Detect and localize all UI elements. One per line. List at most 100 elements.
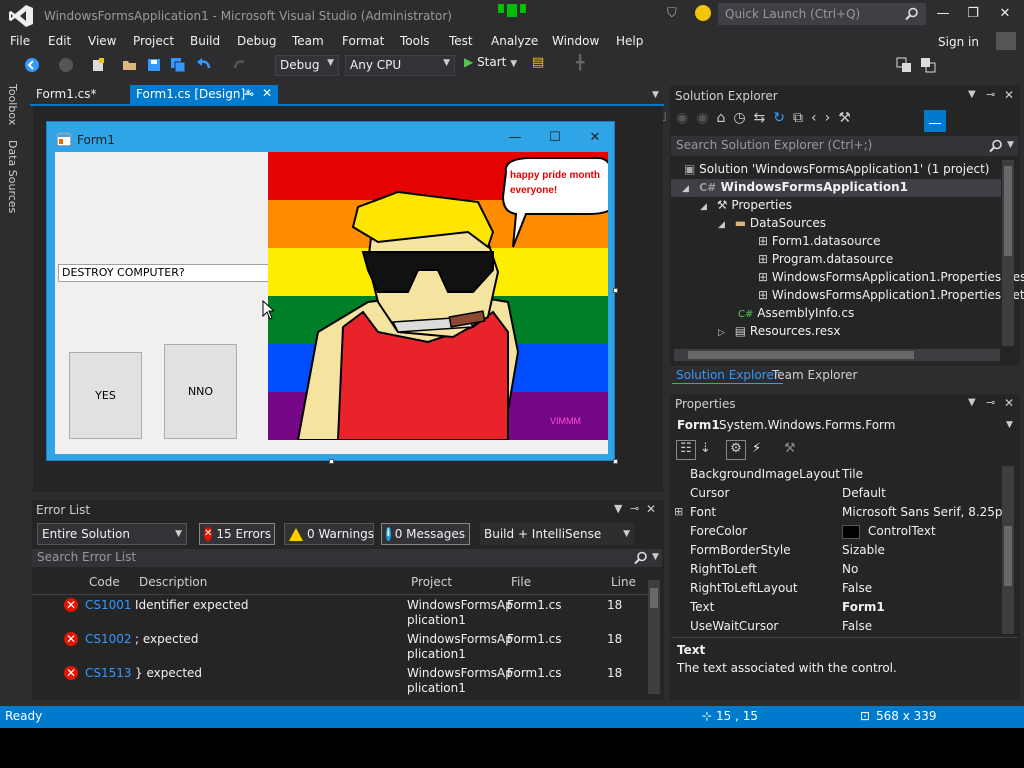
column-header-file[interactable]: File <box>511 575 531 589</box>
solution-explorer-vscrollbar[interactable] <box>1002 160 1014 346</box>
errors-filter-toggle[interactable]: ✕ 15 Errors <box>199 523 275 545</box>
bring-to-front-icon[interactable] <box>896 57 912 73</box>
notifications-filter-icon[interactable]: ⛉ <box>667 6 677 21</box>
forward-icon[interactable]: ◉ <box>696 110 716 126</box>
search-icon[interactable] <box>989 139 1003 153</box>
tree-item-form1-datasource[interactable]: ⊞ Form1.datasource <box>758 234 880 248</box>
tree-item-assemblyinfo[interactable]: C# AssemblyInfo.cs <box>738 306 854 320</box>
menu-view[interactable]: View <box>88 34 116 48</box>
expander-icon[interactable]: ◢ <box>718 220 725 230</box>
save-icon[interactable] <box>146 57 162 73</box>
column-header-description[interactable]: Description <box>139 575 207 589</box>
property-name[interactable]: Font <box>690 505 716 519</box>
menu-format[interactable]: Format <box>342 34 384 48</box>
property-value[interactable]: False <box>842 619 872 633</box>
property-value[interactable]: ControlText <box>868 524 936 538</box>
layout-align-icon[interactable]: ╋ <box>576 55 592 71</box>
form-client-area[interactable]: DESTROY COMPUTER? YES NNO happy pride mo… <box>55 152 608 454</box>
error-code-link[interactable]: CS1513 <box>85 666 132 680</box>
menu-build[interactable]: Build <box>190 34 220 48</box>
resize-handle-bottom[interactable] <box>329 459 334 464</box>
close-window-button[interactable]: ✕ <box>990 4 1020 24</box>
error-code-link[interactable]: CS1002 <box>85 632 132 646</box>
back-icon[interactable]: ◉ <box>676 110 696 126</box>
solution-explorer-hscrollbar[interactable] <box>674 349 1000 361</box>
property-name[interactable]: RightToLeftLayout <box>690 581 798 595</box>
expander-icon[interactable]: ▷ <box>718 328 725 338</box>
expander-icon[interactable]: ◢ <box>682 184 689 194</box>
tree-item-project[interactable]: ◢ C# WindowsFormsApplication1 <box>682 180 908 194</box>
property-value[interactable]: Microsoft Sans Serif, 8.25pt <box>842 505 1007 519</box>
property-value[interactable]: No <box>842 562 858 576</box>
properties-wrench-icon[interactable]: ⚒ <box>838 110 859 126</box>
toolbox-tab[interactable]: Toolbox <box>6 84 19 125</box>
form-minimize-button[interactable]: — <box>503 128 527 148</box>
quick-launch-input[interactable]: Quick Launch (Ctrl+Q) <box>718 3 926 25</box>
column-header-project[interactable]: Project <box>411 575 452 589</box>
property-name[interactable]: ForeColor <box>690 524 747 538</box>
solution-configuration-select[interactable]: Debug ▼ <box>275 55 339 76</box>
view-code-icon[interactable]: ‹› <box>811 110 838 126</box>
yes-button[interactable]: YES <box>69 352 142 439</box>
new-project-icon[interactable] <box>90 57 106 73</box>
menu-tools[interactable]: Tools <box>400 34 430 48</box>
tab-form1-cs[interactable]: Form1.cs* <box>30 85 103 105</box>
tree-item-solution[interactable]: ▣ Solution 'WindowsFormsApplication1' (1… <box>684 162 989 176</box>
switch-views-icon[interactable]: ⇆ <box>754 110 774 126</box>
menu-test[interactable]: Test <box>449 34 473 48</box>
categorized-icon[interactable]: ☷ <box>676 440 696 460</box>
search-icon[interactable] <box>634 551 648 565</box>
sync-icon[interactable]: ◷ <box>733 110 753 126</box>
property-name[interactable]: UseWaitCursor <box>690 619 778 633</box>
close-panel-icon[interactable]: ✕ <box>1004 88 1014 102</box>
start-debugging-button[interactable]: ▶ Start ▼ <box>464 55 517 69</box>
menu-edit[interactable]: Edit <box>48 34 71 48</box>
home-icon[interactable]: ⌂ <box>716 110 733 126</box>
property-value[interactable]: Form1 <box>842 600 885 614</box>
property-name[interactable]: Cursor <box>690 486 729 500</box>
column-header-line[interactable]: Line <box>611 575 636 589</box>
solution-platform-select[interactable]: Any CPU ▼ <box>345 55 455 76</box>
find-in-files-icon[interactable]: ▤ <box>532 55 548 71</box>
alphabetical-icon[interactable]: ⇣ <box>700 441 711 456</box>
picture-box-image[interactable]: happy pride month everyone! VIMMM <box>268 152 608 440</box>
search-icon[interactable] <box>905 7 919 21</box>
error-code-link[interactable]: CS1001 <box>85 598 132 612</box>
navigate-back-icon[interactable] <box>24 57 40 73</box>
error-list-scrollbar[interactable] <box>648 580 660 694</box>
form1-window[interactable]: Form1 — ☐ ✕ DESTROY COMPUTER? YES NNO ha… <box>46 121 615 461</box>
save-all-icon[interactable] <box>170 57 186 73</box>
property-name[interactable]: FormBorderStyle <box>690 543 791 557</box>
tab-overflow-chevron-icon[interactable]: ▼ <box>652 90 659 100</box>
expand-property-icon[interactable]: ⊞ <box>674 505 683 518</box>
tab-form1-design[interactable]: Form1.cs [Design]* ⊸ ✕ <box>130 85 278 105</box>
undo-icon[interactable] <box>196 57 212 73</box>
object-selector[interactable]: Form1 System.Windows.Forms.Form ▼ <box>674 416 1018 436</box>
send-to-back-icon[interactable] <box>920 57 936 73</box>
notification-flag-icon[interactable] <box>496 4 528 18</box>
panel-menu-chevron-icon[interactable]: ▼ <box>614 502 622 515</box>
form-maximize-button[interactable]: ☐ <box>543 128 567 148</box>
destroy-computer-textbox[interactable]: DESTROY COMPUTER? <box>58 264 270 282</box>
menu-team[interactable]: Team <box>292 34 324 48</box>
messages-filter-toggle[interactable]: i 0 Messages <box>381 523 470 545</box>
error-scope-select[interactable]: Entire Solution ▼ <box>37 523 187 545</box>
property-value[interactable]: Default <box>842 486 886 500</box>
navigate-forward-icon[interactable] <box>58 57 74 73</box>
collapse-all-icon[interactable]: ⧉ <box>793 110 811 126</box>
solution-search-input[interactable]: Search Solution Explorer (Ctrl+;) ▼ <box>671 136 1018 156</box>
property-value[interactable]: Sizable <box>842 543 885 557</box>
no-button[interactable]: NNO <box>164 344 237 439</box>
column-header-code[interactable]: Code <box>89 575 120 589</box>
account-icon[interactable] <box>996 32 1016 50</box>
pin-icon[interactable]: ⊸ <box>986 396 995 409</box>
tree-item-program-datasource[interactable]: ⊞ Program.datasource <box>758 252 893 266</box>
tab-team-explorer[interactable]: Team Explorer <box>772 368 858 382</box>
scrollbar-thumb[interactable] <box>650 588 658 608</box>
panel-menu-chevron-icon[interactable]: ▼ <box>968 89 976 100</box>
sign-in-link[interactable]: Sign in <box>938 35 979 49</box>
menu-debug[interactable]: Debug <box>237 34 276 48</box>
close-panel-icon[interactable]: ✕ <box>1004 396 1014 410</box>
data-sources-tab[interactable]: Data Sources <box>6 140 19 213</box>
preview-selected-items-icon[interactable]: ⎼ <box>924 110 946 132</box>
